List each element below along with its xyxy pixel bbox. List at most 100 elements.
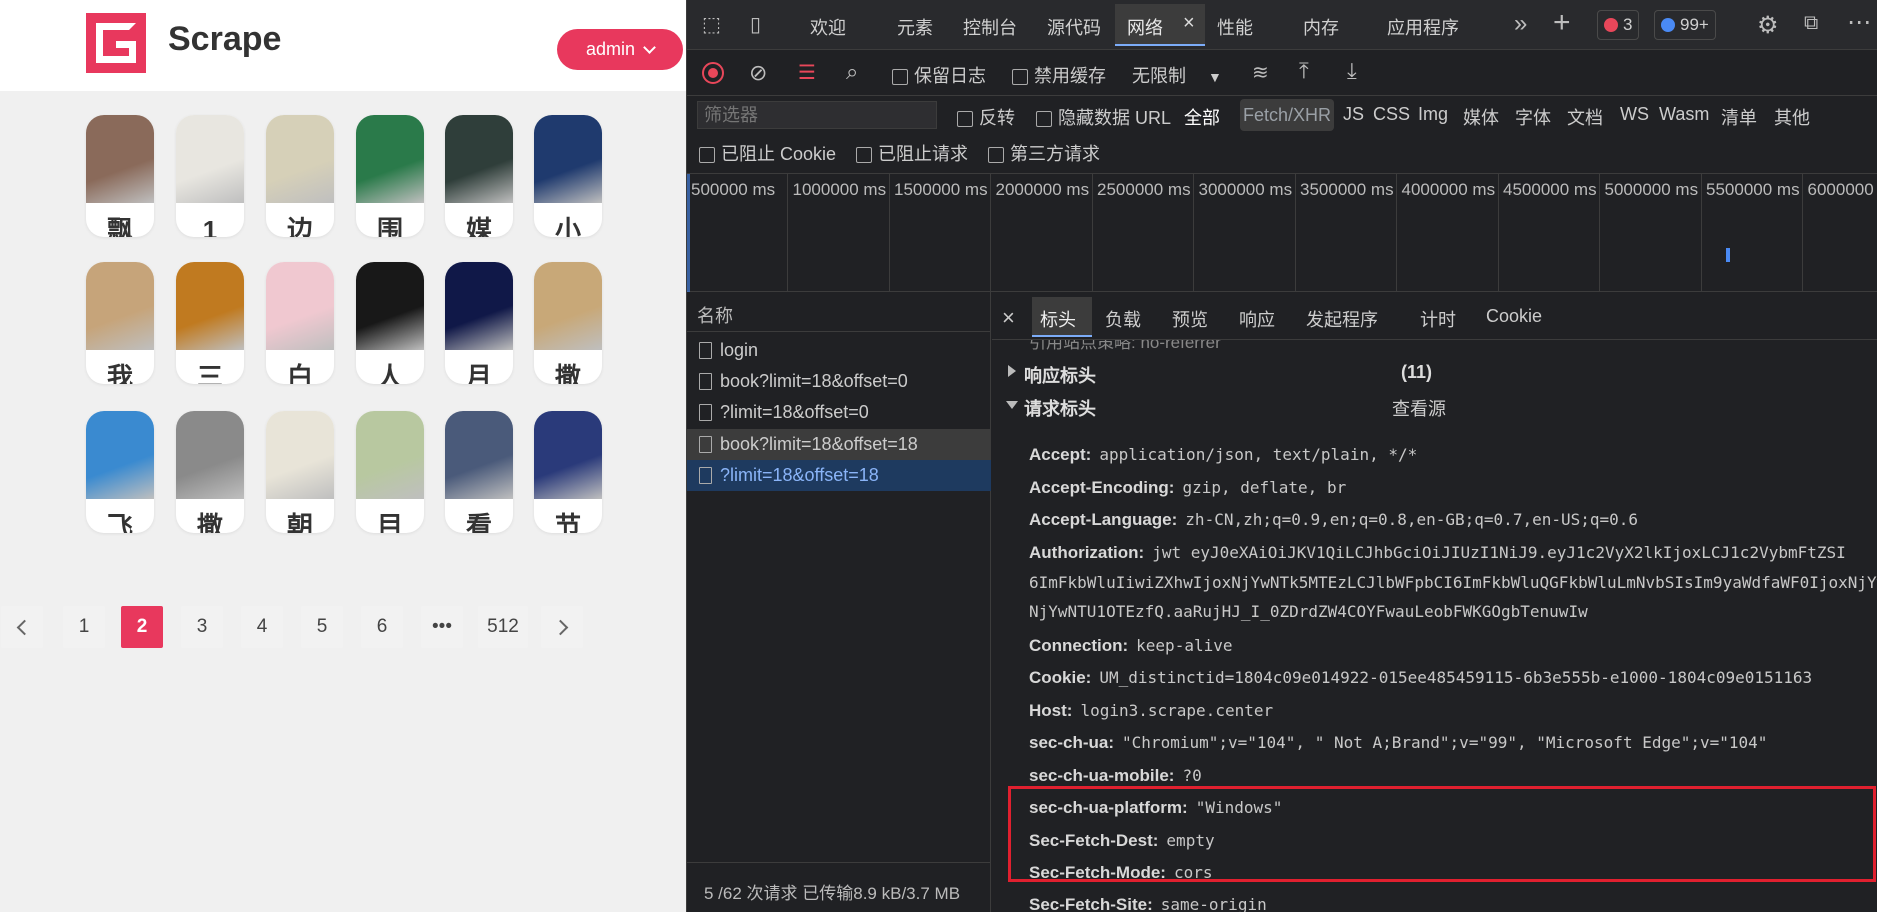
- book-title[interactable]: 围: [356, 215, 424, 237]
- book-cover-image[interactable]: [356, 411, 424, 499]
- book-title[interactable]: 小: [534, 215, 602, 237]
- third-party-checkbox[interactable]: 第三方请求: [988, 140, 1100, 166]
- view-source-link[interactable]: 查看源: [1392, 395, 1446, 421]
- book-title[interactable]: 边: [266, 215, 334, 237]
- tab-elements[interactable]: 元素: [897, 14, 933, 40]
- admin-menu-button[interactable]: admin: [557, 29, 683, 70]
- filter-type-js[interactable]: JS: [1343, 104, 1364, 125]
- book-card[interactable]: 飞: [86, 411, 154, 533]
- filter-type-fetch-xhr[interactable]: Fetch/XHR: [1240, 99, 1334, 131]
- book-cover-image[interactable]: [86, 115, 154, 203]
- book-title[interactable]: 飞: [86, 511, 154, 533]
- book-card[interactable]: 白: [266, 262, 334, 384]
- filter-type-media[interactable]: 媒体: [1463, 104, 1499, 130]
- tab-headers[interactable]: 标头: [1040, 306, 1076, 332]
- tab-memory[interactable]: 内存: [1303, 14, 1339, 40]
- filter-type-font[interactable]: 字体: [1515, 104, 1551, 130]
- preserve-log-checkbox[interactable]: 保留日志: [892, 62, 986, 88]
- inspect-element-icon[interactable]: ⬚: [702, 12, 721, 37]
- book-card[interactable]: 小: [534, 115, 602, 237]
- clear-icon[interactable]: ⊘: [749, 60, 767, 86]
- book-cover-image[interactable]: [445, 411, 513, 499]
- book-cover-image[interactable]: [534, 262, 602, 350]
- request-list-header[interactable]: 名称: [687, 292, 991, 332]
- tab-cookies[interactable]: Cookie: [1486, 306, 1542, 327]
- book-card[interactable]: 人: [356, 262, 424, 384]
- tab-payload[interactable]: 负载: [1105, 306, 1141, 332]
- close-icon[interactable]: ×: [1002, 305, 1015, 331]
- book-cover-image[interactable]: [86, 262, 154, 350]
- request-row[interactable]: ?limit=18&offset=0: [687, 397, 991, 428]
- book-title[interactable]: 飘: [86, 215, 154, 237]
- filter-type-other[interactable]: 其他: [1774, 104, 1810, 130]
- page-button[interactable]: 5: [301, 606, 343, 648]
- book-cover-image[interactable]: [176, 262, 244, 350]
- request-row-hovered[interactable]: book?limit=18&offset=18: [687, 429, 991, 460]
- book-cover-image[interactable]: [266, 115, 334, 203]
- page-button[interactable]: 6: [361, 606, 403, 648]
- tab-console[interactable]: 控制台: [963, 14, 1017, 40]
- book-cover-image[interactable]: [266, 262, 334, 350]
- tab-response[interactable]: 响应: [1239, 306, 1275, 332]
- filter-input[interactable]: [697, 101, 937, 129]
- book-card[interactable]: 月: [445, 262, 513, 384]
- book-title[interactable]: 人: [356, 362, 424, 384]
- filter-type-wasm[interactable]: Wasm: [1659, 104, 1709, 125]
- import-har-icon[interactable]: ⤒: [1299, 58, 1309, 84]
- tab-performance[interactable]: 性能: [1217, 14, 1253, 40]
- settings-gear-icon[interactable]: ⚙: [1757, 11, 1779, 40]
- book-card[interactable]: 围: [356, 115, 424, 237]
- filter-type-img[interactable]: Img: [1418, 104, 1448, 125]
- book-title[interactable]: 看: [445, 511, 513, 533]
- book-title[interactable]: 目: [356, 511, 424, 533]
- tab-application[interactable]: 应用程序: [1387, 14, 1459, 40]
- book-title[interactable]: 撒: [534, 362, 602, 384]
- brand-name[interactable]: Scrape: [168, 20, 281, 59]
- invert-checkbox[interactable]: 反转: [957, 104, 1015, 130]
- book-cover-image[interactable]: [534, 411, 602, 499]
- network-timeline[interactable]: 500000 ms 1000000 ms 1500000 ms 2000000 ms 2…: [687, 174, 1877, 292]
- blocked-cookies-checkbox[interactable]: 已阻止 Cookie: [699, 140, 836, 166]
- book-cover-image[interactable]: [176, 115, 244, 203]
- book-cover-image[interactable]: [356, 262, 424, 350]
- filter-type-manifest[interactable]: 清单: [1721, 104, 1757, 130]
- book-cover-image[interactable]: [266, 411, 334, 499]
- book-title[interactable]: 媒: [445, 215, 513, 237]
- book-title[interactable]: 节: [534, 511, 602, 533]
- filter-type-doc[interactable]: 文档: [1567, 104, 1603, 130]
- wifi-settings-icon[interactable]: ≋: [1252, 60, 1269, 85]
- book-cover-image[interactable]: [86, 411, 154, 499]
- record-icon[interactable]: [702, 62, 724, 84]
- tab-network[interactable]: 网络 ×: [1115, 4, 1205, 46]
- book-card[interactable]: 边: [266, 115, 334, 237]
- book-card[interactable]: 朝: [266, 411, 334, 533]
- book-title[interactable]: 撒: [176, 511, 244, 533]
- book-card[interactable]: 媒: [445, 115, 513, 237]
- filter-type-ws[interactable]: WS: [1620, 104, 1649, 125]
- page-button[interactable]: 1: [63, 606, 105, 648]
- book-cover-image[interactable]: [445, 262, 513, 350]
- customize-icon[interactable]: ⧉: [1804, 12, 1818, 35]
- request-headers-section[interactable]: 请求标头 查看源: [992, 391, 1877, 423]
- book-card[interactable]: 撒: [176, 411, 244, 533]
- book-card[interactable]: 三: [176, 262, 244, 384]
- prev-page-button[interactable]: [1, 606, 43, 648]
- tab-welcome[interactable]: 欢迎: [810, 14, 846, 40]
- hide-data-urls-checkbox[interactable]: 隐藏数据 URL: [1036, 104, 1171, 130]
- close-icon[interactable]: ×: [1183, 12, 1195, 35]
- book-title[interactable]: 月: [445, 362, 513, 384]
- add-tab-icon[interactable]: +: [1553, 6, 1571, 40]
- request-row[interactable]: book?limit=18&offset=0: [687, 366, 991, 397]
- tab-timing[interactable]: 计时: [1420, 306, 1456, 332]
- logo[interactable]: [86, 13, 146, 73]
- book-card[interactable]: 飘: [86, 115, 154, 237]
- book-cover-image[interactable]: [176, 411, 244, 499]
- filter-icon[interactable]: ☰: [798, 60, 816, 85]
- request-row-selected[interactable]: ?limit=18&offset=18: [687, 460, 991, 491]
- filter-type-all[interactable]: 全部: [1184, 104, 1220, 130]
- book-cover-image[interactable]: [356, 115, 424, 203]
- book-card[interactable]: 我: [86, 262, 154, 384]
- errors-badge[interactable]: 3: [1597, 10, 1640, 40]
- tab-preview[interactable]: 预览: [1172, 306, 1208, 332]
- book-cover-image[interactable]: [534, 115, 602, 203]
